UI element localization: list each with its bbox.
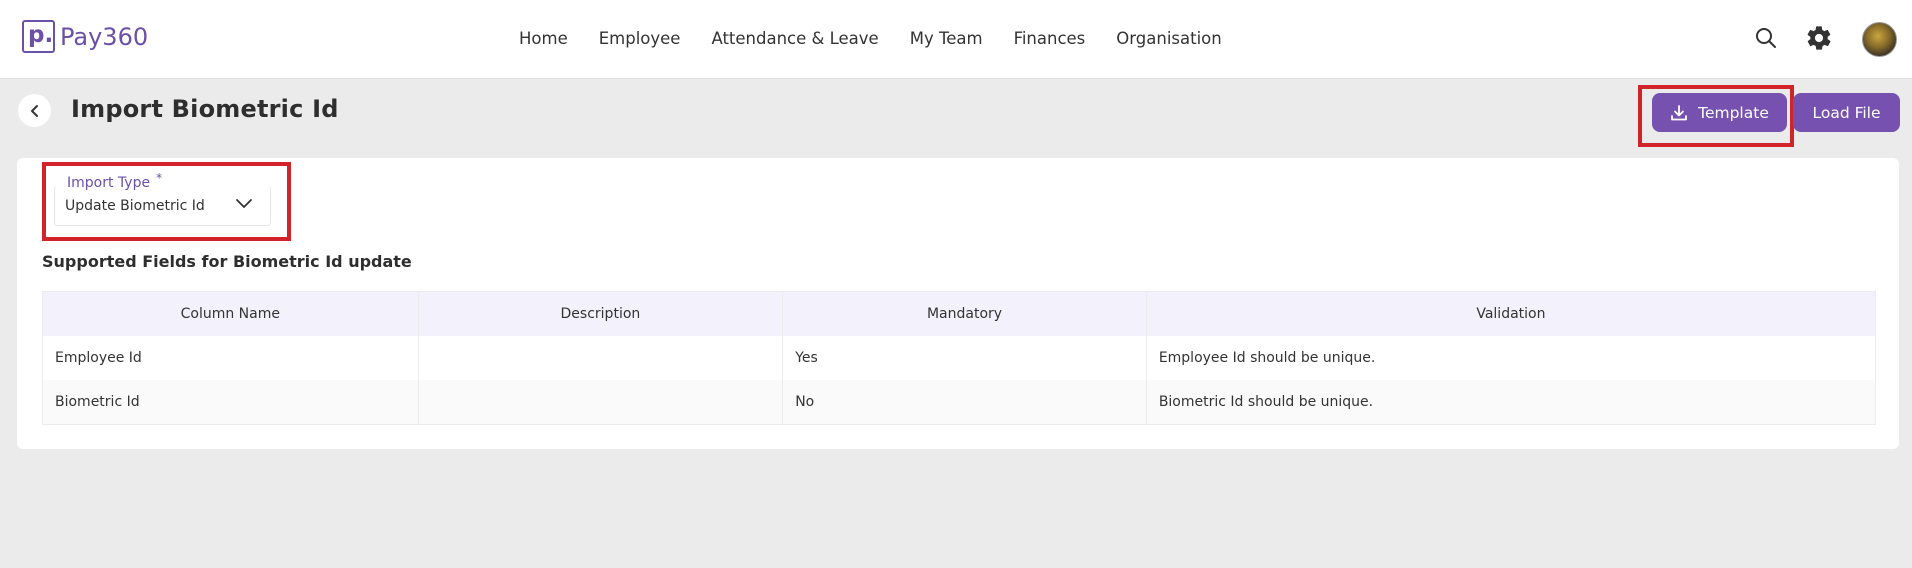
avatar[interactable] [1862,22,1897,57]
column-header: Validation [1476,306,1546,322]
table-header-row: Column Name Description Mandatory Valida… [43,292,1875,336]
table-cell: Employee Id should be unique. [1158,350,1376,366]
back-arrow-icon [30,104,38,117]
table-row: Employee Id Yes Employee Id should be un… [43,336,1875,380]
nav-item-home[interactable]: Home [519,29,568,48]
template-button-label: Template [1698,103,1769,122]
gear-icon[interactable] [1805,24,1833,56]
load-file-button[interactable]: Load File [1793,93,1900,132]
download-icon [1671,104,1688,120]
nav-item-finances[interactable]: Finances [1014,29,1086,48]
table-row: Biometric Id No Biometric Id should be u… [43,380,1875,424]
template-button[interactable]: Template [1652,93,1787,132]
section-title: Supported Fields for Biometric Id update [42,252,412,271]
supported-fields-table: Column Name Description Mandatory Valida… [42,291,1876,425]
column-header: Description [419,292,784,336]
table-cell: Biometric Id [43,380,419,424]
import-type-value: Update Biometric Id [65,197,205,214]
page-title: Import Biometric Id [71,95,339,123]
table-cell [419,380,784,424]
top-navbar: p. Pay360 Home Employee Attendance & Lea… [0,0,1912,79]
logo-text: Pay360 [60,22,149,51]
main-nav: Home Employee Attendance & Leave My Team… [519,29,1253,48]
table-cell: No [783,380,1147,424]
nav-item-attendance-leave[interactable]: Attendance & Leave [711,29,878,48]
table-cell: Biometric Id should be unique. [1158,394,1374,410]
logo[interactable]: p. Pay360 [22,20,148,53]
table-cell: Employee Id [43,336,419,380]
table-cell: Yes [783,336,1147,380]
back-button[interactable] [18,94,51,127]
logo-mark: p. [22,20,55,53]
nav-item-employee[interactable]: Employee [599,29,681,48]
required-mark: * [156,171,163,185]
column-header: Mandatory [783,292,1147,336]
nav-item-my-team[interactable]: My Team [910,29,983,48]
import-type-select[interactable]: Update Biometric Id [54,186,271,226]
nav-item-organisation[interactable]: Organisation [1116,29,1221,48]
search-icon[interactable] [1755,27,1777,53]
table-cell [419,336,784,380]
column-header: Column Name [43,292,419,336]
chevron-down-icon [236,199,252,208]
